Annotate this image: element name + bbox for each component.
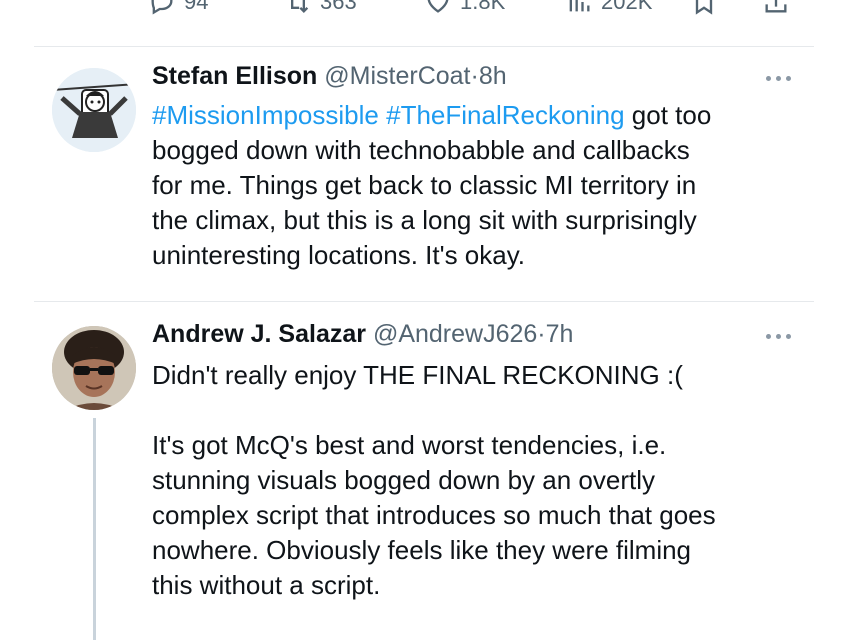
reply-icon — [151, 0, 173, 15]
separator-dot: · — [537, 320, 546, 348]
tweet-text: Didn't really enjoy THE FINAL RECKONING … — [152, 358, 812, 603]
person-photo-avatar-icon — [52, 326, 136, 410]
timeline: 94 363 1.8K 202K Stefan Ellison @MisterC… — [0, 0, 856, 640]
tweet-text-line: It's got McQ's best and worst tendencies… — [152, 430, 667, 460]
retweet-icon — [291, 0, 309, 13]
hashtag-link[interactable]: #MissionImpossible — [152, 100, 379, 130]
views-count: 202K — [601, 0, 653, 14]
ellipsis-dot — [776, 334, 781, 339]
views-button[interactable]: 202K — [565, 0, 652, 16]
like-count: 1.8K — [460, 0, 506, 14]
previous-tweet-action-bar: 94 363 1.8K 202K — [0, 0, 856, 24]
bar-chart-icon — [569, 0, 590, 12]
tweet-text-line: the climax, but this is a long sit with … — [152, 205, 697, 235]
display-name[interactable]: Stefan Ellison — [152, 62, 317, 90]
tweet-text-line: this without a script. — [152, 570, 381, 600]
retweet-button[interactable]: 363 — [284, 0, 357, 16]
like-button[interactable]: 1.8K — [424, 0, 505, 16]
tweet-stefan-ellison[interactable]: Stefan Ellison @MisterCoat·8h #MissionIm… — [0, 46, 856, 302]
tweet-text-line: nowhere. Obviously feels like they were … — [152, 535, 692, 565]
timestamp[interactable]: 7h — [546, 320, 574, 348]
retweet-count: 363 — [320, 0, 357, 14]
tweet-header: Andrew J. Salazar @AndrewJ626·7h — [152, 320, 573, 349]
bookmark-icon — [695, 0, 713, 15]
more-options-button[interactable] — [764, 74, 794, 84]
display-name[interactable]: Andrew J. Salazar — [152, 320, 366, 348]
ellipsis-dot — [766, 76, 771, 81]
avatar[interactable] — [52, 326, 136, 410]
tweet-header: Stefan Ellison @MisterCoat·8h — [152, 62, 507, 91]
share-icon — [765, 0, 787, 13]
hashtag-link[interactable]: #TheFinalReckoning — [386, 100, 624, 130]
timestamp[interactable]: 8h — [479, 62, 507, 90]
user-handle[interactable]: @AndrewJ626 — [373, 320, 537, 348]
separator-dot: · — [470, 62, 479, 90]
tweet-andrew-salazar[interactable]: Andrew J. Salazar @AndrewJ626·7h Didn't … — [0, 302, 856, 640]
tweet-text-line: #MissionImpossible #TheFinalReckoning go… — [152, 98, 812, 133]
avatar[interactable] — [52, 68, 136, 152]
cartoon-avatar-icon — [52, 68, 136, 152]
more-options-button[interactable] — [764, 332, 794, 342]
share-button[interactable] — [762, 0, 790, 16]
reply-button[interactable]: 94 — [148, 0, 208, 16]
ellipsis-dot — [786, 334, 791, 339]
tweet-text: #MissionImpossible #TheFinalReckoning go… — [152, 98, 812, 273]
tweet-text-line: uninteresting locations. It's okay. — [152, 240, 526, 270]
ellipsis-dot — [766, 334, 771, 339]
thread-connector-line — [93, 418, 96, 640]
tweet-text-fragment: got too — [624, 100, 712, 130]
tweet-text-line: Didn't really enjoy THE FINAL RECKONING … — [152, 360, 683, 390]
reply-count: 94 — [184, 0, 209, 14]
tweet-text-line: stunning visuals bogged down by an overt… — [152, 465, 655, 495]
tweet-text-line: complex script that introduces so much t… — [152, 500, 716, 530]
user-handle[interactable]: @MisterCoat — [324, 62, 470, 90]
bookmark-button[interactable] — [690, 0, 718, 16]
tweet-text-line: for me. Things get back to classic MI te… — [152, 170, 697, 200]
tweet-text-line: bogged down with technobabble and callba… — [152, 135, 690, 165]
ellipsis-dot — [776, 76, 781, 81]
heart-icon — [427, 0, 449, 13]
ellipsis-dot — [786, 76, 791, 81]
